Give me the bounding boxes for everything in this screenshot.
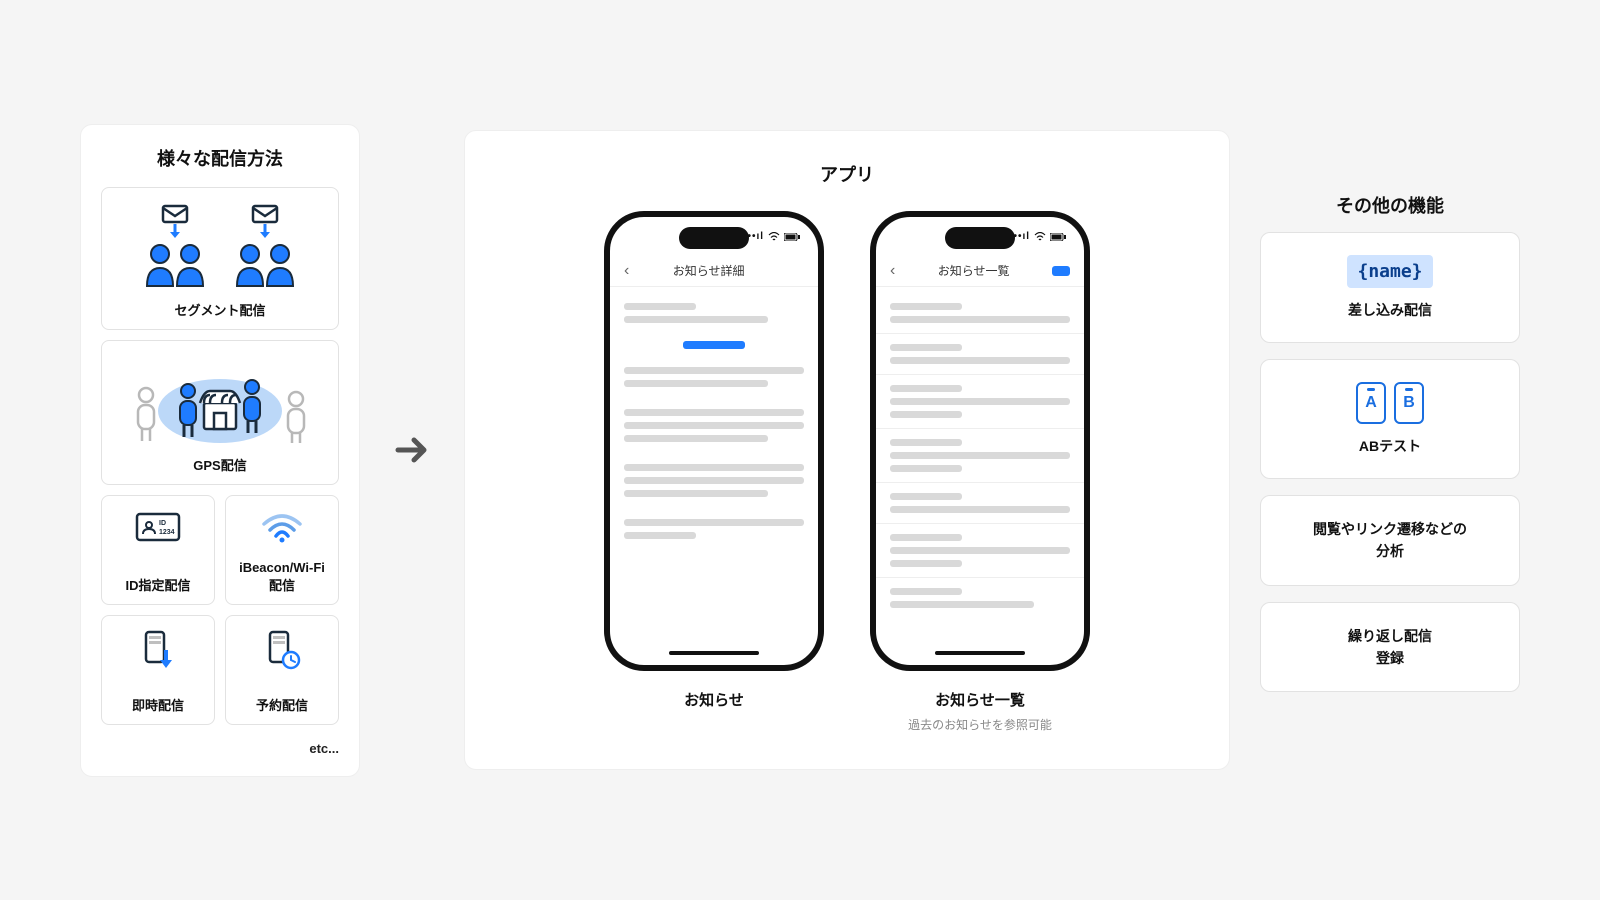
- etc-label: etc...: [101, 741, 339, 756]
- card-id-delivery: ID 1234 ID指定配信: [101, 495, 215, 605]
- phones-row: ••ıl ‹ お知らせ詳細: [505, 211, 1189, 733]
- card-ibeacon-delivery: iBeacon/Wi-Fi配信: [225, 495, 339, 605]
- card-instant-label: 即時配信: [110, 695, 206, 714]
- app-panel-title: アプリ: [505, 161, 1189, 187]
- segment-icon: [110, 202, 330, 292]
- nav-action-pill: [1052, 266, 1070, 276]
- card-row-2: 即時配信 予約配信: [101, 615, 339, 735]
- feature-analytics-line2: 分析: [1273, 540, 1507, 562]
- other-features-column: その他の機能 {name} 差し込み配信 A B ABテスト 閲覧やリンク遷移な…: [1260, 192, 1520, 709]
- battery-icon: [784, 233, 800, 241]
- card-gps-delivery: GPS配信: [101, 340, 339, 485]
- delivery-methods-panel: 様々な配信方法: [80, 124, 360, 777]
- svg-text:1234: 1234: [159, 529, 175, 536]
- feature-merge-label: 差し込み配信: [1273, 300, 1507, 320]
- back-icon: ‹: [890, 262, 895, 280]
- feature-analytics: 閲覧やリンク遷移などの 分析: [1260, 495, 1520, 586]
- phone-detail-block: ••ıl ‹ お知らせ詳細: [604, 211, 824, 733]
- status-bar-icons: ••ıl: [747, 231, 800, 242]
- feature-repeat-line2: 登録: [1273, 647, 1507, 669]
- scheduled-delivery-icon: [234, 630, 330, 670]
- signal-icon: ••ıl: [1013, 231, 1030, 242]
- phone-mockup: ••ıl ‹ お知らせ詳細: [604, 211, 824, 671]
- gps-icon: [110, 355, 330, 447]
- card-row-1: ID 1234 ID指定配信 iBeacon/Wi-Fi配信: [101, 495, 339, 615]
- phone-nav-title: お知らせ一覧: [938, 262, 1010, 279]
- phone-nav-bar: ‹ お知らせ一覧: [876, 255, 1084, 287]
- home-indicator: [935, 651, 1025, 655]
- dynamic-island-icon: [679, 227, 749, 249]
- phone-nav-title: お知らせ詳細: [673, 262, 745, 279]
- delivery-methods-title: 様々な配信方法: [101, 145, 339, 171]
- ab-b-icon: B: [1394, 382, 1424, 424]
- feature-repeat: 繰り返し配信 登録: [1260, 602, 1520, 693]
- other-features-title: その他の機能: [1260, 192, 1520, 218]
- instant-delivery-icon: [110, 630, 206, 670]
- diagram-canvas: 様々な配信方法: [0, 0, 1600, 900]
- phone-detail-label: お知らせ: [604, 689, 824, 710]
- card-scheduled-label: 予約配信: [234, 695, 330, 714]
- card-segment-delivery: セグメント配信: [101, 187, 339, 330]
- wifi-status-icon: [768, 232, 780, 242]
- wifi-status-icon: [1034, 232, 1046, 242]
- card-segment-label: セグメント配信: [110, 300, 330, 319]
- merge-tag-icon: {name}: [1347, 255, 1432, 288]
- id-card-icon: ID 1234: [110, 510, 206, 544]
- dynamic-island-icon: [945, 227, 1015, 249]
- phone-list-label: お知らせ一覧: [870, 689, 1090, 710]
- ab-a-icon: A: [1356, 382, 1386, 424]
- phone-screen-content: [876, 287, 1084, 665]
- phone-list-sublabel: 過去のお知らせを参照可能: [870, 716, 1090, 733]
- arrow-right-icon: [390, 428, 434, 472]
- feature-ab-test: A B ABテスト: [1260, 359, 1520, 479]
- card-instant-delivery: 即時配信: [101, 615, 215, 725]
- phone-list-block: ••ıl ‹ お知らせ一覧: [870, 211, 1090, 733]
- card-gps-label: GPS配信: [110, 455, 330, 474]
- battery-icon: [1050, 233, 1066, 241]
- home-indicator: [669, 651, 759, 655]
- feature-ab-label: ABテスト: [1273, 436, 1507, 456]
- wifi-icon: [234, 510, 330, 544]
- svg-text:ID: ID: [159, 520, 166, 527]
- phone-nav-bar: ‹ お知らせ詳細: [610, 255, 818, 287]
- feature-repeat-line1: 繰り返し配信: [1273, 625, 1507, 647]
- card-id-label: ID指定配信: [110, 575, 206, 594]
- feature-merge-delivery: {name} 差し込み配信: [1260, 232, 1520, 343]
- signal-icon: ••ıl: [747, 231, 764, 242]
- feature-analytics-line1: 閲覧やリンク遷移などの: [1273, 518, 1507, 540]
- card-ibeacon-label: iBeacon/Wi-Fi配信: [234, 560, 330, 594]
- back-icon: ‹: [624, 262, 629, 280]
- card-scheduled-delivery: 予約配信: [225, 615, 339, 725]
- app-panel: アプリ ••ıl ‹: [464, 130, 1230, 770]
- phone-screen-content: [610, 287, 818, 665]
- phone-mockup: ••ıl ‹ お知らせ一覧: [870, 211, 1090, 671]
- status-bar-icons: ••ıl: [1013, 231, 1066, 242]
